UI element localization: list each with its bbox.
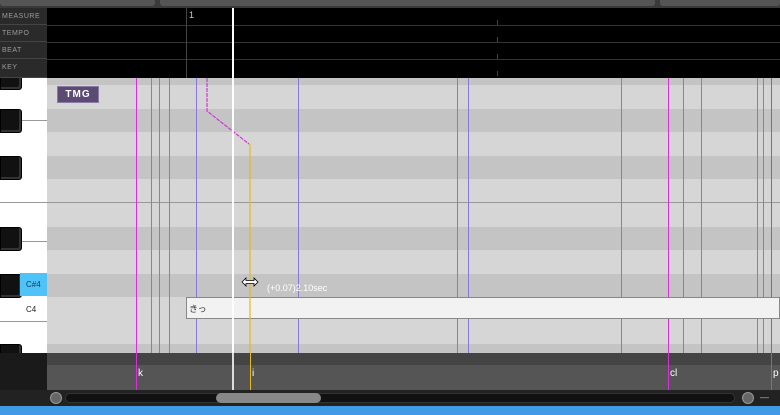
scroll-right-button[interactable] xyxy=(742,392,754,404)
status-bar xyxy=(0,406,780,415)
black-key[interactable] xyxy=(0,227,22,251)
measure-number: 1 xyxy=(189,10,195,20)
black-key[interactable] xyxy=(0,109,22,133)
pitch-curve[interactable] xyxy=(47,78,780,353)
black-key[interactable] xyxy=(0,78,22,90)
track-badge: TMG xyxy=(57,86,99,103)
phoneme-label-p[interactable]: p xyxy=(773,368,779,379)
ruler-tick xyxy=(497,71,498,76)
ruler-tick xyxy=(497,20,498,25)
toolbar-segment xyxy=(660,0,780,6)
ruler-tick xyxy=(497,54,498,59)
phoneme-label-cl[interactable]: cl xyxy=(670,368,677,379)
toolbar-segment xyxy=(0,0,155,6)
playhead-line[interactable] xyxy=(232,78,234,353)
tempo-ruler[interactable] xyxy=(47,25,780,43)
horizontal-scrollbar[interactable]: — — xyxy=(0,390,780,412)
measure-line xyxy=(186,8,187,78)
phoneme-track[interactable]: k i cl p xyxy=(47,353,780,390)
phoneme-marker[interactable] xyxy=(136,353,137,390)
white-key-divider xyxy=(0,321,47,322)
ruler-label-measure: MEASURE xyxy=(0,8,47,25)
black-key[interactable] xyxy=(0,156,22,180)
scroll-left-button[interactable] xyxy=(50,392,62,404)
ruler-tick xyxy=(497,37,498,42)
ruler-label-key: KEY xyxy=(0,59,47,78)
phoneme-label-i[interactable]: i xyxy=(252,368,254,379)
phoneme-track-header xyxy=(47,353,780,365)
measure-ruler[interactable] xyxy=(47,8,780,26)
ruler-label-beat: BEAT xyxy=(0,42,47,59)
scroll-thumb[interactable] xyxy=(216,393,321,403)
piano-roll[interactable]: きっ TMG (+0.07)2.10sec xyxy=(47,78,780,353)
timing-tooltip: (+0.07)2.10sec xyxy=(267,283,328,293)
toolbar-segment xyxy=(160,0,655,6)
phoneme-marker[interactable] xyxy=(250,353,251,390)
phoneme-marker[interactable] xyxy=(771,353,772,390)
piano-keyboard[interactable]: C#4 C4 xyxy=(0,78,47,390)
playhead-marker[interactable] xyxy=(232,8,234,78)
key-label-cs4: C#4 xyxy=(20,273,47,296)
phoneme-marker[interactable] xyxy=(668,353,669,390)
phoneme-label-k[interactable]: k xyxy=(138,368,143,379)
black-key-cs4[interactable] xyxy=(0,274,22,298)
scroll-track[interactable] xyxy=(65,393,735,403)
ruler-label-tempo: TEMPO xyxy=(0,25,47,42)
key-ruler[interactable] xyxy=(47,59,780,78)
pitch-transition-line[interactable] xyxy=(206,78,250,145)
key-label-c4: C4 xyxy=(26,305,37,314)
white-key-divider xyxy=(0,202,47,203)
ruler-area: MEASURE TEMPO BEAT KEY 1 xyxy=(0,8,780,78)
top-strip xyxy=(0,0,780,8)
beat-ruler[interactable] xyxy=(47,42,780,60)
phoneme-panel-gutter xyxy=(0,353,47,390)
resize-horizontal-icon xyxy=(241,277,259,287)
playhead-line xyxy=(232,353,234,390)
